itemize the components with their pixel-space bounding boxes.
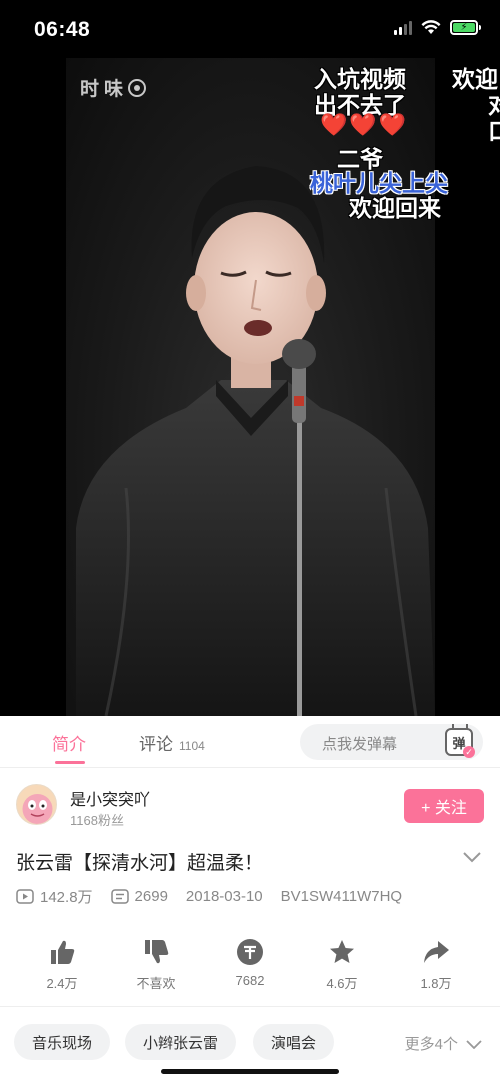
action-bar: 2.4万 不喜欢 7682 4.6万 1.8万 [0, 938, 500, 998]
battery-charging-icon: ⚡ [450, 20, 481, 35]
detail-tabbar: 简介 评论 1104 点我发弹幕 弹 ✓ [0, 716, 500, 768]
home-indicator [161, 1069, 339, 1074]
comments-count: 1104 [179, 739, 205, 753]
danmaku-input[interactable]: 点我发弹幕 弹 ✓ [300, 724, 483, 760]
share-button[interactable]: 1.8万 [396, 938, 476, 992]
uploader-name[interactable]: 是小突突吖 [70, 786, 150, 810]
danmaku-hearts: ❤️❤️❤️ [320, 112, 409, 137]
tag-chip[interactable]: 小辫张云雷 [125, 1024, 237, 1060]
watermark-eye-icon [128, 78, 147, 97]
like-button[interactable]: 2.4万 [22, 938, 102, 992]
bvid: BV1SW411W7HQ [280, 887, 403, 905]
status-icons: ⚡ [394, 20, 481, 35]
favorite-button[interactable]: 4.6万 [302, 938, 382, 992]
chevron-down-icon[interactable] [463, 851, 481, 863]
video-meta-row: 142.8万 2699 2018-03-10 BV1SW411W7HQ [16, 886, 420, 906]
tag-row: 音乐现场 小辫张云雷 演唱会 更多4个 [0, 1024, 500, 1062]
play-count-icon [16, 888, 34, 904]
danmaku-input-placeholder: 点我发弹幕 [322, 736, 398, 753]
status-time: 06:48 [34, 18, 91, 41]
coin-button[interactable]: 7682 [210, 938, 290, 988]
star-icon [330, 940, 354, 963]
share-icon [424, 941, 449, 963]
follow-button[interactable]: + 关注 [404, 789, 484, 823]
danmaku-count: 2699 [110, 888, 168, 905]
dislike-button[interactable]: 不喜欢 [116, 938, 196, 992]
check-icon: ✓ [463, 746, 475, 758]
wifi-icon [421, 20, 441, 34]
status-bar: 06:48 ⚡ [0, 0, 500, 58]
thumbs-down-icon [145, 940, 169, 964]
danmaku-count-icon [110, 888, 129, 904]
uploader-avatar[interactable] [16, 784, 57, 825]
video-player-area[interactable]: 06:48 ⚡ 时 味 入坑视频 欢迎 出不去了 对 ❤️❤️❤️ 口 二爷 桃… [0, 0, 500, 716]
tab-comments[interactable]: 评论 1104 [139, 730, 205, 755]
publish-date: 2018-03-10 [185, 887, 263, 905]
view-count: 142.8万 [16, 886, 93, 907]
thumbs-up-icon [51, 940, 75, 964]
danmaku-toggle-button[interactable]: 弹 ✓ [445, 728, 475, 758]
more-tags-button[interactable]: 更多4个 [405, 1033, 482, 1054]
cellular-signal-icon [394, 20, 412, 35]
divider [0, 1006, 500, 1007]
uploader-fans: 1168粉丝 [70, 813, 124, 828]
coin-icon [237, 939, 263, 965]
danmaku-comment: 欢迎回来 [349, 195, 441, 221]
tag-chip[interactable]: 音乐现场 [14, 1024, 111, 1060]
tag-chip[interactable]: 演唱会 [253, 1024, 335, 1060]
danmaku-comment: 口 [488, 118, 500, 144]
video-title: 张云雷【探清水河】超温柔！ [16, 853, 264, 874]
chevron-down-icon [466, 1039, 482, 1049]
tab-intro[interactable]: 简介 [52, 730, 86, 755]
tab-active-indicator [55, 761, 85, 764]
uploader-row: 是小突突吖 1168粉丝 + 关注 [0, 769, 500, 839]
video-watermark: 时味 [80, 74, 147, 101]
